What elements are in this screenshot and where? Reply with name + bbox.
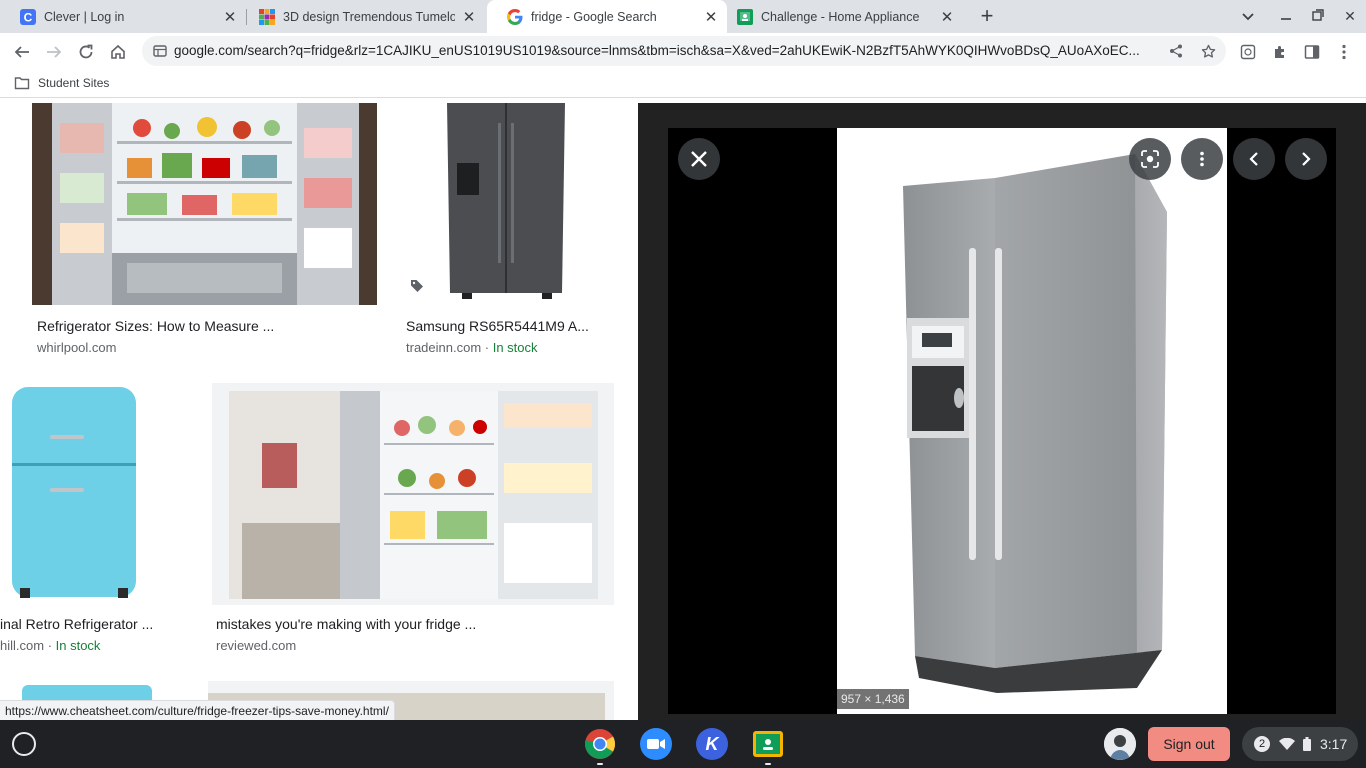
chrome-app-icon[interactable] (584, 728, 616, 760)
image-viewer-panel: 957 × 1,436 (638, 103, 1366, 720)
result-title[interactable]: mistakes you're making with your fridge … (216, 616, 612, 632)
user-avatar[interactable] (1104, 728, 1136, 760)
next-image-button[interactable] (1285, 138, 1327, 180)
tab-challenge[interactable]: Challenge - Home Appliance ✕ (717, 0, 963, 33)
tab-clever[interactable]: C Clever | Log in ✕ (0, 0, 246, 33)
wifi-icon (1279, 738, 1295, 750)
folder-icon (14, 77, 30, 90)
bookmark-star-icon[interactable] (1200, 43, 1216, 59)
menu-kebab-icon[interactable] (1332, 40, 1356, 64)
chevron-right-icon (1302, 152, 1311, 166)
url-text: google.com/search?q=fridge&rlz=1CAJIKU_e… (174, 43, 1140, 58)
tab-search-chevron-icon[interactable] (1238, 6, 1258, 26)
tab-title: 3D design Tremendous Tumelo (283, 9, 455, 24)
home-icon[interactable] (106, 40, 130, 64)
result-source: tradeinn.com · In stock (406, 340, 538, 355)
back-arrow-icon[interactable] (10, 40, 34, 64)
price-tag-icon (410, 279, 424, 298)
launcher-button[interactable] (12, 732, 36, 756)
avatar-image (1104, 728, 1136, 760)
classroom-favicon-icon (737, 8, 753, 25)
minimize-window-icon[interactable] (1276, 6, 1296, 26)
result-title[interactable]: Refrigerator Sizes: How to Measure ... (37, 318, 367, 334)
image-preview-area: 957 × 1,436 (668, 128, 1336, 714)
close-window-icon[interactable]: ✕ (1340, 6, 1360, 26)
result-source-domain: tradeinn.com (406, 340, 482, 355)
stock-status: In stock (492, 340, 538, 355)
result-source-domain: reviewed.com (216, 638, 297, 653)
open-fridge-image (32, 103, 377, 305)
extensions-puzzle-icon[interactable] (1268, 40, 1292, 64)
bookmark-folder-student-sites[interactable]: Student Sites (14, 76, 109, 90)
clock-time: 3:17 (1320, 736, 1348, 752)
retro-fridge-image (0, 383, 187, 605)
svg-text:K: K (706, 734, 721, 754)
more-options-icon (1200, 151, 1204, 167)
browser-toolbar: google.com/search?q=fridge&rlz=1CAJIKU_e… (0, 33, 1366, 70)
samsung-fridge-image (402, 103, 614, 305)
bookmarks-bar: Student Sites (0, 70, 1366, 98)
tab-strip: C Clever | Log in ✕ 3D design Tremendous… (0, 0, 1366, 33)
active-app-indicator (765, 763, 771, 765)
site-info-icon[interactable] (152, 43, 168, 59)
sign-out-button[interactable]: Sign out (1148, 727, 1230, 761)
chevron-left-icon (1249, 152, 1258, 166)
new-tab-button[interactable]: + (976, 5, 998, 28)
result-title[interactable]: inal Retro Refrigerator ... (0, 616, 186, 632)
zoom-app-icon[interactable] (640, 728, 672, 760)
tab-title: Challenge - Home Appliance (761, 9, 920, 24)
side-panel-icon[interactable] (1300, 40, 1324, 64)
result-thumbnail[interactable] (402, 103, 614, 305)
share-icon[interactable] (1168, 43, 1184, 59)
forward-arrow-icon[interactable] (42, 40, 66, 64)
restore-window-icon[interactable] (1308, 6, 1328, 26)
close-viewer-button[interactable] (678, 138, 720, 180)
bookmark-label: Student Sites (38, 76, 110, 90)
result-thumbnail[interactable] (0, 383, 187, 605)
svg-text:C: C (24, 10, 33, 24)
active-app-indicator (597, 763, 603, 765)
close-tab-icon[interactable]: ✕ (222, 9, 238, 26)
extension-icon[interactable] (1236, 40, 1260, 64)
result-thumbnail[interactable] (212, 383, 614, 605)
notification-count-badge: 2 (1254, 736, 1270, 752)
classroom-app-icon[interactable] (752, 728, 784, 760)
close-icon (691, 151, 707, 167)
result-thumbnail[interactable] (32, 103, 377, 305)
tab-3d-design[interactable]: 3D design Tremendous Tumelo ✕ (239, 0, 485, 33)
tab-google-search[interactable]: fridge - Google Search ✕ (487, 0, 727, 33)
preview-image[interactable] (837, 128, 1227, 714)
reload-icon[interactable] (74, 40, 98, 64)
close-tab-icon[interactable]: ✕ (461, 9, 477, 26)
address-bar[interactable]: google.com/search?q=fridge&rlz=1CAJIKU_e… (142, 36, 1226, 66)
battery-icon (1303, 737, 1311, 751)
more-options-button[interactable] (1181, 138, 1223, 180)
result-source: hill.com · In stock (0, 638, 101, 653)
close-tab-icon[interactable]: ✕ (939, 9, 955, 26)
stock-status: In stock (55, 638, 101, 653)
previous-image-button[interactable] (1233, 138, 1275, 180)
result-source: whirlpool.com (37, 340, 116, 355)
kami-app-icon[interactable]: K (696, 728, 728, 760)
result-source-domain: whirlpool.com (37, 340, 117, 355)
result-source: reviewed.com (216, 638, 296, 653)
result-title[interactable]: Samsung RS65R5441M9 A... (406, 318, 604, 334)
lens-search-button[interactable] (1129, 138, 1171, 180)
image-results-grid: Refrigerator Sizes: How to Measure ... w… (0, 103, 638, 720)
status-tray[interactable]: 2 3:17 (1242, 727, 1358, 761)
google-favicon-icon (507, 8, 523, 25)
tab-title: fridge - Google Search (531, 9, 657, 24)
clever-favicon-icon: C (20, 8, 36, 25)
tinkercad-favicon-icon (259, 8, 275, 25)
tab-title: Clever | Log in (44, 9, 125, 24)
lens-icon (1141, 150, 1159, 168)
link-status-bubble: https://www.cheatsheet.com/culture/fridg… (0, 700, 395, 720)
side-by-side-fridge-image (837, 128, 1227, 714)
image-dimensions-label: 957 × 1,436 (837, 689, 909, 709)
kitchen-fridge-image (212, 383, 614, 605)
result-source-domain: hill.com (0, 638, 45, 653)
